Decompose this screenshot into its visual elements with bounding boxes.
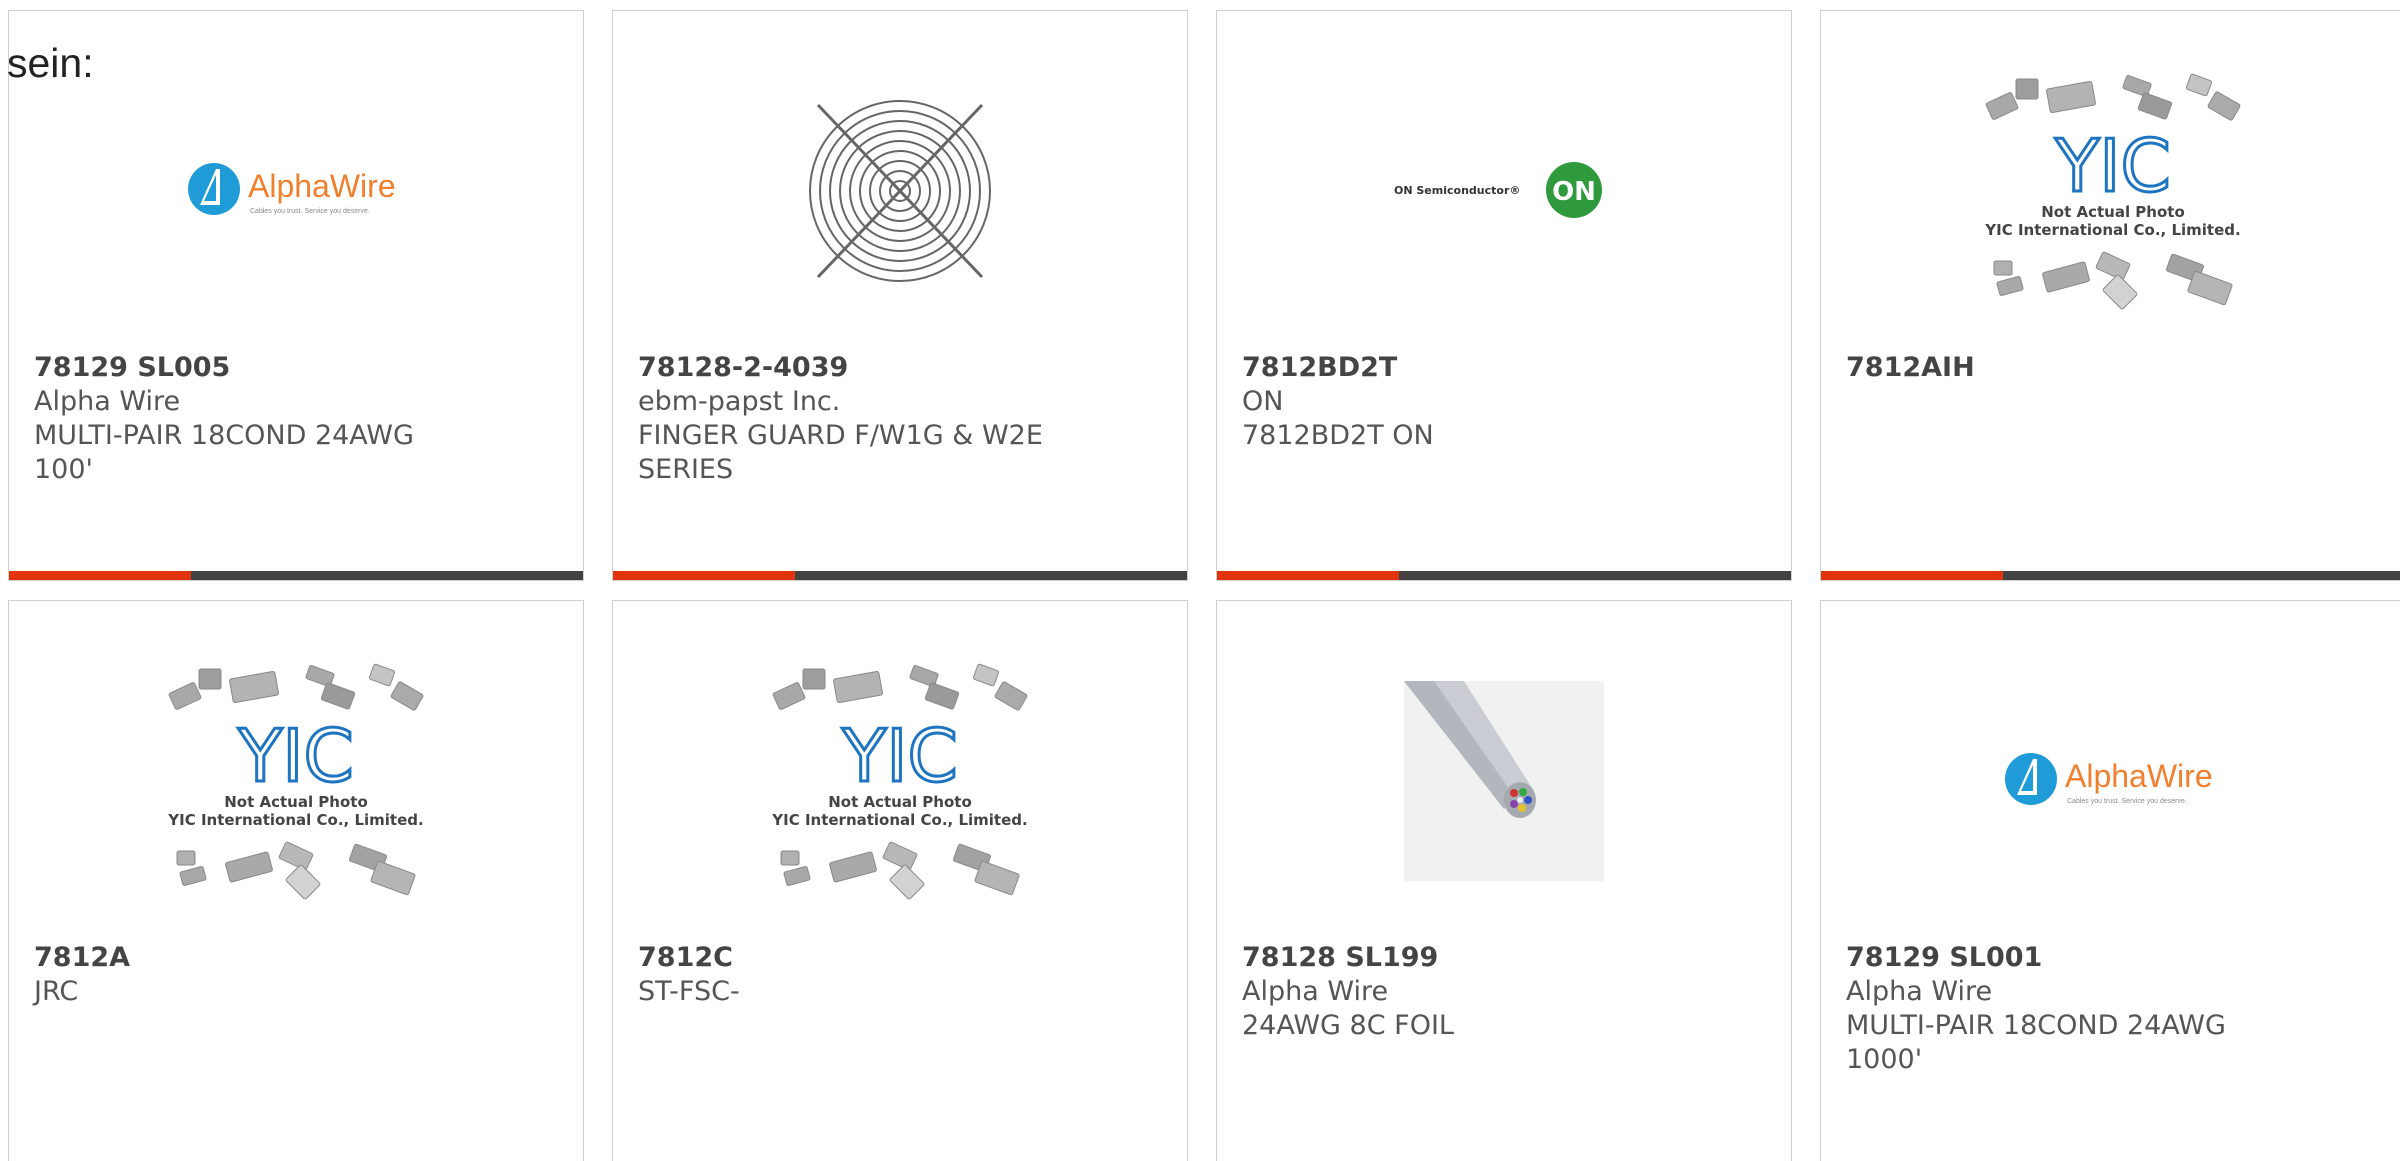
manufacturer: Alpha Wire [34,386,181,417]
product-info: 78129 SL001 Alpha Wire MULTI-PAIR 18COND… [1846,941,2266,1077]
svg-text:Not Actual Photo: Not Actual Photo [224,793,368,811]
product-grid-page: sein: AlphaWire Cables you trust. Servic… [0,0,2400,1161]
cable-photo-icon [1404,681,1604,881]
alphawire-logo-icon: AlphaWire Cables you trust. Service you … [2004,753,2213,805]
svg-text:Not Actual Photo: Not Actual Photo [2041,203,2185,221]
svg-text:AlphaWire: AlphaWire [2065,758,2213,794]
svg-text:YIC: YIC [237,714,354,798]
manufacturer: Alpha Wire [1846,976,1993,1007]
svg-text:AlphaWire: AlphaWire [248,168,396,204]
svg-text:YIC: YIC [841,714,958,798]
svg-text:Cables you trust. Service you: Cables you trust. Service you deserve. [2067,798,2187,805]
card-accent-bar [613,571,795,580]
description: MULTI-PAIR 18COND 24AWG [34,420,414,451]
yic-placeholder-icon: YICNot Actual PhotoYIC International Co.… [1984,73,2240,310]
part-number[interactable]: 78129 SL001 [1846,941,2266,975]
product-card[interactable]: AlphaWire Cables you trust. Service you … [1820,600,2400,1161]
product-card[interactable]: AlphaWire Cables you trust. Service you … [8,10,584,581]
svg-text:YIC International Co., Limited: YIC International Co., Limited. [1984,221,2240,239]
manufacturer: Alpha Wire [1242,976,1389,1007]
svg-text:YIC International Co., Limited: YIC International Co., Limited. [771,811,1027,829]
yic-placeholder-icon: YICNot Actual PhotoYIC International Co.… [771,663,1028,900]
product-info: 7812C ST-FSC- [638,941,1058,1009]
part-number[interactable]: 78129 SL005 [34,351,454,385]
description-continued: 100' [34,454,93,485]
card-bottom-bar [9,571,583,580]
finger-guard-icon [809,100,991,282]
product-image-yic-placeholder[interactable]: YIC Not Actual Photo YIC International Co.… [613,641,1187,921]
description: FINGER GUARD F/W1G & W2E [638,420,1043,451]
product-info: 7812BD2T ON 7812BD2T ON [1242,351,1662,453]
part-number[interactable]: 78128-2-4039 [638,351,1058,385]
part-number[interactable]: 7812BD2T [1242,351,1662,385]
product-card[interactable]: 78128-2-4039 ebm-papst Inc. FINGER GUARD… [612,10,1188,581]
description-continued: SERIES [638,454,734,485]
part-number[interactable]: 7812AIH [1846,351,2266,385]
svg-text:ON Semiconductor®: ON Semiconductor® [1394,184,1520,197]
svg-text:Not Actual Photo: Not Actual Photo [828,793,972,811]
intro-text: sein: [7,40,94,86]
card-bottom-bar [1217,571,1791,580]
manufacturer: JRC [34,976,79,1007]
product-info: 78128 SL199 Alpha Wire 24AWG 8C FOIL [1242,941,1662,1043]
svg-text:YIC: YIC [2054,124,2171,208]
manufacturer: ebm-papst Inc. [638,386,841,417]
product-image-on-semiconductor-logo[interactable]: ON Semiconductor® ON [1217,51,1791,331]
description-continued: 1000' [1846,1044,1923,1075]
on-semiconductor-logo-icon: ON Semiconductor® ON [1394,162,1602,218]
card-accent-bar [1217,571,1399,580]
part-number[interactable]: 7812A [34,941,454,975]
product-image-yic-placeholder[interactable]: YIC Not Actual Photo YIC International Co.… [1821,51,2400,331]
description: MULTI-PAIR 18COND 24AWG [1846,1010,2226,1041]
part-number[interactable]: 7812C [638,941,1058,975]
product-card[interactable]: 78128 SL199 Alpha Wire 24AWG 8C FOIL [1216,600,1792,1161]
product-card[interactable]: YIC Not Actual Photo YIC International Co.… [8,600,584,1161]
manufacturer: ON [1242,386,1284,417]
card-accent-bar [9,571,191,580]
card-bottom-bar [613,571,1187,580]
card-accent-bar [1821,571,2003,580]
product-info: 7812A JRC [34,941,454,1009]
product-card[interactable]: YIC Not Actual Photo YIC International Co.… [612,600,1188,1161]
product-image-alphawire-logo[interactable]: AlphaWire Cables you trust. Service you … [1821,641,2400,921]
manufacturer: ST-FSC- [638,976,740,1007]
product-image-alphawire-logo[interactable]: AlphaWire Cables you trust. Service you … [9,51,583,331]
card-bottom-bar [1821,571,2400,580]
product-image-cable-photo[interactable] [1217,641,1791,921]
svg-text:YIC International Co., Limited: YIC International Co., Limited. [167,811,423,829]
product-card[interactable]: YIC Not Actual Photo YIC International Co.… [1820,10,2400,581]
product-card[interactable]: ON Semiconductor® ON 7812BD2T ON 7812BD2… [1216,10,1792,581]
svg-text:ON: ON [1552,177,1596,207]
yic-placeholder-icon: YICNot Actual PhotoYIC International Co.… [167,663,424,900]
product-info: 7812AIH [1846,351,2266,385]
description: 7812BD2T ON [1242,420,1434,451]
product-info: 78128-2-4039 ebm-papst Inc. FINGER GUARD… [638,351,1058,487]
product-image-yic-placeholder[interactable]: YIC Not Actual Photo YIC International Co.… [9,641,583,921]
alphawire-logo-icon: AlphaWire Cables you trust. Service you … [188,163,396,215]
product-image-finger-guard[interactable] [613,51,1187,331]
product-info: 78129 SL005 Alpha Wire MULTI-PAIR 18COND… [34,351,454,487]
part-number[interactable]: 78128 SL199 [1242,941,1662,975]
description: 24AWG 8C FOIL [1242,1010,1454,1041]
svg-text:Cables you trust. Service you: Cables you trust. Service you deserve. [250,208,370,215]
